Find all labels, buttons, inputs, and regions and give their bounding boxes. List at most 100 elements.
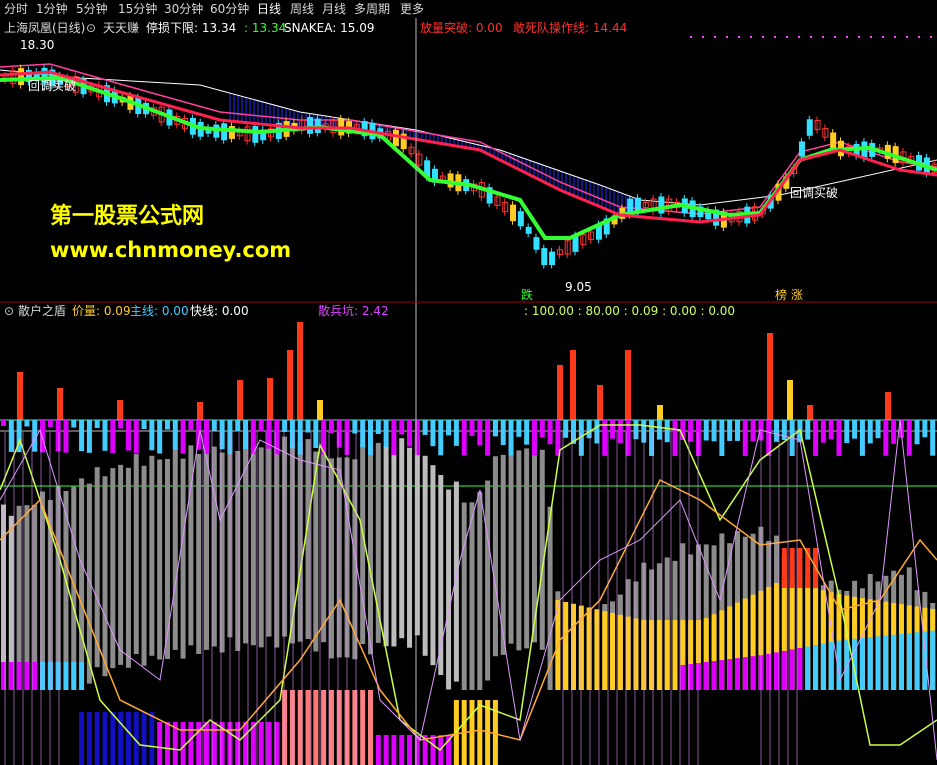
baseline-bar [664, 420, 670, 443]
gray-column [266, 436, 272, 637]
top-bar [657, 405, 663, 420]
candle-body [41, 67, 48, 84]
menu-item-5[interactable]: 60分钟 [210, 1, 249, 17]
bottom-block [407, 735, 413, 765]
signal-dot [882, 36, 884, 38]
gray-column [79, 478, 85, 679]
top-bar [117, 400, 123, 420]
bottom-block [399, 735, 405, 765]
gray-column [250, 445, 256, 646]
yellow-column [664, 620, 670, 690]
main-candlestick-panel[interactable] [0, 36, 937, 269]
baseline-bar [47, 420, 53, 428]
baseline-bar [852, 420, 858, 439]
baseline-bar [110, 420, 116, 454]
baseline-bar [516, 420, 522, 437]
menu-item-4[interactable]: 30分钟 [164, 1, 203, 17]
bottom-block [360, 690, 366, 765]
signal-dot [918, 36, 920, 38]
baseline-bar [391, 420, 397, 456]
menu-item-10[interactable]: 更多 [400, 1, 424, 17]
baseline-bar [243, 420, 249, 449]
baseline-bar [8, 420, 14, 452]
retail-pit-line [0, 419, 937, 761]
bottom-block [79, 712, 85, 765]
gray-column [172, 449, 178, 650]
baseline-bar [656, 420, 662, 440]
bottom-block [125, 712, 131, 765]
sub-indicator-panel[interactable] [0, 322, 937, 765]
candle-body [806, 119, 813, 136]
left-layer-column [24, 662, 30, 690]
baseline-bar [485, 420, 491, 456]
signal-dot [906, 36, 908, 38]
gray-column [86, 483, 92, 684]
bottom-block [164, 722, 170, 765]
layer-column [727, 659, 733, 690]
bottom-block [430, 735, 436, 765]
baseline-bar [594, 420, 600, 444]
bottom-block [305, 690, 311, 765]
candle-body [798, 141, 805, 157]
yellow-column [617, 614, 623, 690]
bottom-block [204, 722, 210, 765]
gray-column [516, 450, 522, 651]
left-layer-column [47, 662, 53, 690]
left-layer-column [16, 662, 22, 690]
gray-column [164, 458, 170, 659]
red-top-column [781, 548, 787, 588]
menu-item-9[interactable]: 多周期 [354, 1, 390, 17]
baseline-bar [328, 420, 334, 433]
baseline-bar [906, 420, 912, 456]
layer-column [797, 647, 803, 690]
bottom-block [383, 735, 389, 765]
layer-column [789, 649, 795, 690]
candle-body [517, 211, 524, 227]
signal-dot [726, 36, 728, 38]
top-bar [787, 380, 793, 420]
baseline-bar [422, 420, 428, 435]
layer-column [719, 660, 725, 690]
menu-item-2[interactable]: 5分钟 [76, 1, 108, 17]
candle-body [221, 123, 228, 141]
left-layer-column [63, 662, 69, 690]
menu-item-3[interactable]: 15分钟 [118, 1, 157, 17]
bottom-block [321, 690, 327, 765]
gray-column [321, 442, 327, 643]
menu-item-7[interactable]: 周线 [290, 1, 314, 17]
layer-column [695, 663, 701, 690]
baseline-bar [305, 420, 311, 433]
baseline-bar [617, 420, 623, 444]
gray-column [391, 446, 397, 647]
layer-column [898, 633, 904, 690]
baseline-bar [734, 420, 740, 441]
baseline-bar [383, 420, 389, 447]
menu-item-8[interactable]: 月线 [322, 1, 346, 17]
yellow-column [594, 609, 600, 690]
left-layer-column [32, 662, 38, 690]
top-bar [767, 333, 773, 420]
baseline-bar [711, 420, 717, 442]
bottom-block [266, 722, 272, 765]
signal-dot [930, 36, 932, 38]
signal-dot [786, 36, 788, 38]
top-bar [237, 380, 243, 420]
candle-body [510, 204, 517, 222]
baseline-bar [836, 420, 842, 456]
baseline-bar [539, 420, 545, 438]
layer-column [711, 661, 717, 690]
baseline-bar [172, 420, 178, 450]
bottom-block [141, 712, 147, 765]
chart-area[interactable] [0, 18, 937, 765]
menu-item-0[interactable]: 分时 [4, 1, 28, 17]
top-bar [597, 385, 603, 420]
baseline-bar [774, 420, 780, 442]
menu-item-6[interactable]: 日线 [257, 1, 281, 17]
signal-dot [738, 36, 740, 38]
menu-item-1[interactable]: 1分钟 [36, 1, 68, 17]
layer-column [813, 645, 819, 690]
gray-column [336, 457, 342, 658]
layer-column [781, 650, 787, 690]
gray-column [547, 506, 553, 690]
signal-dot [750, 36, 752, 38]
